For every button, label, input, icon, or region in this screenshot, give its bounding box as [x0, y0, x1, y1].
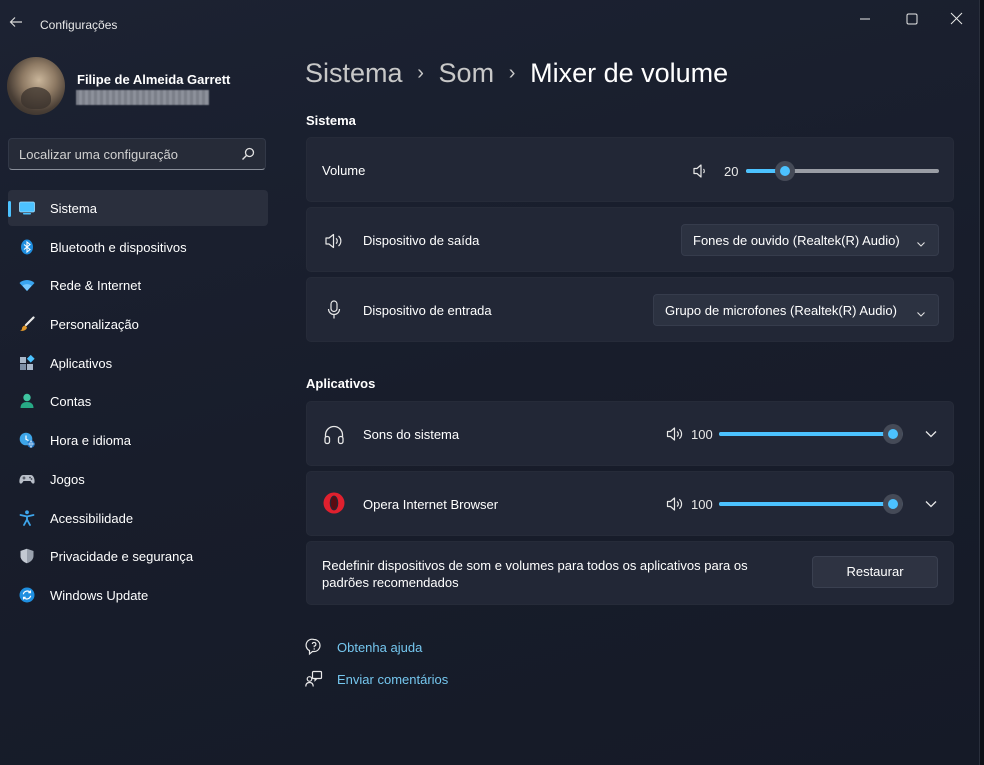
- feedback-link[interactable]: Enviar comentários: [337, 672, 448, 687]
- volume-value: 20: [724, 164, 739, 179]
- time-language-icon: [19, 432, 35, 449]
- chevron-down-icon[interactable]: [924, 497, 938, 511]
- app-volume-slider-fill: [719, 502, 903, 506]
- sidebar-item-network[interactable]: Rede & Internet: [8, 267, 268, 303]
- sidebar-item-windows-update[interactable]: Windows Update: [8, 577, 268, 613]
- section-title-sistema: Sistema: [306, 113, 356, 128]
- feedback-icon: [305, 670, 323, 688]
- headphones-icon: [323, 424, 345, 446]
- input-device-selected: Grupo de microfones (Realtek(R) Audio): [665, 303, 897, 318]
- breadcrumb-item-sistema[interactable]: Sistema: [305, 58, 403, 88]
- sidebar-item-label: Rede & Internet: [50, 278, 142, 294]
- sidebar-item-label: Privacidade e segurança: [50, 549, 194, 565]
- app-volume-slider[interactable]: [719, 424, 903, 444]
- sidebar-item-label: Bluetooth e dispositivos: [50, 239, 187, 255]
- page-title: Mixer de volume: [530, 58, 729, 88]
- sidebar-item-bluetooth[interactable]: Bluetooth e dispositivos: [8, 229, 268, 265]
- bluetooth-icon: [19, 239, 35, 255]
- title-bar: Configurações: [0, 0, 980, 40]
- windows-update-icon: [19, 587, 35, 603]
- search-input[interactable]: Localizar uma configuração: [8, 138, 266, 170]
- opera-logo-icon: [323, 492, 345, 514]
- apps-icon: [19, 354, 35, 371]
- system-icon: [19, 200, 35, 216]
- volume-card: Volume 20: [306, 137, 954, 202]
- app-row-system-sounds: Sons do sistema 100: [306, 401, 954, 466]
- app-name: Opera Internet Browser: [363, 497, 499, 512]
- breadcrumb-separator-icon: ›: [508, 62, 516, 84]
- gamepad-icon: [19, 471, 35, 487]
- chevron-down-icon: [916, 236, 926, 247]
- sidebar-item-time-language[interactable]: Hora e idioma: [8, 422, 268, 458]
- maximize-icon[interactable]: [892, 8, 932, 30]
- speaker-icon: [324, 232, 344, 250]
- help-link[interactable]: Obtenha ajuda: [337, 640, 422, 655]
- sidebar-item-accounts[interactable]: Contas: [8, 383, 268, 419]
- back-arrow-icon[interactable]: [6, 14, 26, 34]
- volume-slider-thumb[interactable]: [775, 161, 795, 181]
- app-volume-value: 100: [691, 427, 713, 442]
- app-row-opera: Opera Internet Browser 100: [306, 471, 954, 536]
- sidebar-item-label: Contas: [50, 394, 92, 410]
- brush-icon: [19, 316, 35, 332]
- breadcrumb-separator-icon: ›: [417, 62, 424, 84]
- input-device-label: Dispositivo de entrada: [363, 303, 492, 318]
- user-name: Filipe de Almeida Garrett: [77, 72, 231, 87]
- app-name: Sons do sistema: [363, 427, 460, 442]
- sidebar-item-personalization[interactable]: Personalização: [8, 306, 268, 342]
- sidebar-item-privacy[interactable]: Privacidade e segurança: [8, 538, 268, 574]
- output-device-label: Dispositivo de saída: [363, 233, 480, 248]
- sidebar-item-label: Jogos: [50, 471, 85, 487]
- avatar[interactable]: [7, 57, 65, 115]
- restore-button[interactable]: Restaurar: [812, 556, 938, 588]
- volume-slider[interactable]: [746, 161, 939, 181]
- search-placeholder: Localizar uma configuração: [19, 147, 178, 162]
- search-icon[interactable]: [240, 146, 256, 162]
- input-device-card: Dispositivo de entrada Grupo de microfon…: [306, 277, 954, 342]
- accessibility-icon: [19, 509, 35, 526]
- speaker-icon[interactable]: [666, 496, 684, 512]
- blurred-email: [76, 90, 209, 105]
- sidebar-item-label: Windows Update: [50, 587, 149, 603]
- sidebar-item-label: Sistema: [50, 201, 97, 216]
- chevron-down-icon: [916, 306, 926, 317]
- sidebar-nav: Sistema Bluetooth e dispositivos Rede & …: [8, 190, 268, 616]
- app-volume-slider-fill: [719, 432, 903, 436]
- close-icon[interactable]: [937, 8, 977, 30]
- microphone-icon: [326, 300, 342, 320]
- app-title: Configurações: [40, 18, 118, 32]
- volume-label: Volume: [322, 163, 366, 178]
- output-device-dropdown[interactable]: Fones de ouvido (Realtek(R) Audio): [681, 224, 939, 256]
- app-volume-slider-thumb[interactable]: [883, 424, 903, 444]
- shield-icon: [19, 548, 35, 564]
- breadcrumb-item-som[interactable]: Som: [439, 58, 495, 88]
- section-title-aplicativos: Aplicativos: [306, 376, 376, 391]
- sidebar-item-label: Personalização: [50, 317, 139, 333]
- sidebar-item-sistema[interactable]: Sistema: [8, 190, 268, 226]
- output-device-selected: Fones de ouvido (Realtek(R) Audio): [693, 233, 900, 248]
- app-volume-value: 100: [691, 497, 713, 512]
- sidebar-item-label: Hora e idioma: [50, 433, 131, 449]
- app-volume-slider-thumb[interactable]: [883, 494, 903, 514]
- wifi-icon: [19, 277, 35, 293]
- sidebar-item-label: Acessibilidade: [50, 510, 134, 526]
- desktop-edge: [980, 0, 984, 765]
- reset-description: Redefinir dispositivos de som e volumes …: [322, 558, 748, 590]
- chevron-down-icon[interactable]: [924, 427, 938, 441]
- speaker-icon[interactable]: [666, 426, 684, 442]
- help-icon: [305, 638, 323, 656]
- sidebar-item-apps[interactable]: Aplicativos: [8, 345, 268, 381]
- output-device-card: Dispositivo de saída Fones de ouvido (Re…: [306, 207, 954, 272]
- account-icon: [19, 393, 35, 409]
- speaker-icon[interactable]: [692, 163, 708, 179]
- breadcrumb: Sistema › Som › Mixer de volume: [305, 58, 728, 94]
- settings-window: Configurações Filipe de Almeida Garrett …: [0, 0, 980, 765]
- input-device-dropdown[interactable]: Grupo de microfones (Realtek(R) Audio): [653, 294, 939, 326]
- app-volume-slider[interactable]: [719, 494, 903, 514]
- minimize-icon[interactable]: [845, 8, 885, 30]
- sidebar-item-gaming[interactable]: Jogos: [8, 461, 268, 497]
- sidebar-item-label: Aplicativos: [50, 355, 113, 371]
- sidebar-item-accessibility[interactable]: Acessibilidade: [8, 500, 268, 536]
